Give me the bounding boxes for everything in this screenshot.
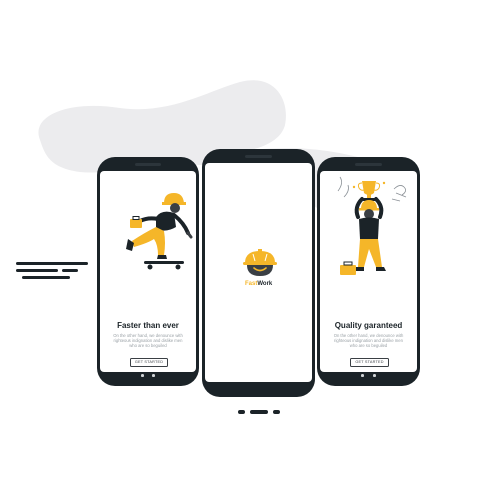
left-phone-speaker (135, 163, 161, 166)
brand-name: FastWork (245, 281, 273, 287)
skateboarder-illustration (126, 193, 193, 270)
left-screen-description: On the other hand, we denounce with righ… (113, 333, 183, 349)
left-page-dot-3[interactable] (152, 374, 156, 377)
center-phone: FastWork (202, 149, 315, 397)
right-phone-screen: Quality garanteed On the other hand, we … (320, 171, 417, 372)
right-screen-title: Quality garanteed (334, 321, 403, 330)
left-page-dot-1[interactable] (140, 374, 144, 377)
right-page-dot-3[interactable] (372, 374, 376, 377)
center-phone-screen: FastWork (205, 163, 312, 382)
left-page-dots (97, 364, 199, 382)
center-phone-speaker (245, 155, 272, 158)
left-screen-title: Faster than ever (117, 321, 179, 330)
right-phone-speaker (355, 163, 382, 166)
hard-hat-icon (243, 249, 277, 276)
trophy-worker-illustration (337, 176, 407, 275)
left-phone: Faster than ever On the other hand, we d… (97, 157, 199, 386)
carousel-indicator-right[interactable] (273, 410, 280, 414)
speed-line-1 (16, 262, 88, 265)
right-page-dots (317, 364, 420, 382)
carousel-indicator-left[interactable] (238, 410, 245, 414)
right-page-dot-1[interactable] (361, 374, 365, 377)
speed-line-2 (16, 269, 58, 272)
right-phone: Quality garanteed On the other hand, we … (317, 157, 420, 386)
right-screen-description: On the other hand, we denounce with righ… (333, 333, 404, 349)
left-page-dot-2[interactable] (146, 374, 150, 377)
speed-line-2b (62, 269, 78, 272)
right-page-dot-2[interactable] (367, 374, 370, 377)
speed-line-3 (22, 276, 70, 279)
left-phone-screen: Faster than ever On the other hand, we d… (100, 171, 196, 372)
carousel-indicator-center[interactable] (250, 410, 268, 414)
